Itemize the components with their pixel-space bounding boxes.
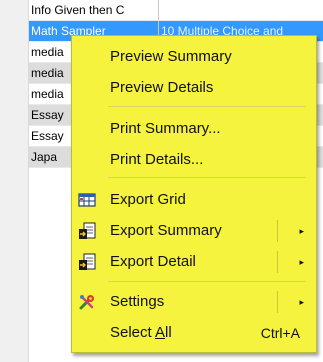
menu-item-print-summary[interactable]: Print Summary... <box>72 115 316 143</box>
context-menu: Preview Summary Preview Details Print Su… <box>71 35 317 353</box>
submenu-divider <box>277 291 278 313</box>
submenu-arrow-icon: ▸ <box>299 226 304 236</box>
menu-separator <box>108 281 306 282</box>
menu-item-print-details[interactable]: Print Details... <box>72 146 316 174</box>
table-cell: Info Given then C <box>29 0 159 20</box>
menu-item-settings[interactable]: Settings ▸ <box>72 288 316 316</box>
menu-item-label: Print Details... <box>110 151 204 168</box>
submenu-divider <box>277 220 278 242</box>
access-key: A <box>155 324 166 341</box>
menu-item-label: Export Grid <box>110 191 186 208</box>
menu-item-label: Preview Summary <box>110 48 232 65</box>
submenu-arrow-icon: ▸ <box>299 257 304 267</box>
menu-item-export-summary[interactable]: Export Summary ▸ <box>72 217 316 245</box>
menu-item-label: Preview Details <box>110 79 214 96</box>
menu-item-export-detail[interactable]: Export Detail ▸ <box>72 248 316 276</box>
menu-item-label: Export Summary <box>110 222 222 239</box>
grid-export-icon <box>78 191 96 209</box>
table-row[interactable]: Info Given then C <box>29 0 323 21</box>
shortcut-label: Ctrl+A <box>260 325 300 341</box>
menu-item-label: Settings <box>110 293 165 310</box>
document-export-icon <box>78 222 96 240</box>
label-prefix: Select <box>110 324 156 341</box>
grid-row-header-column <box>0 0 29 362</box>
tools-icon <box>78 293 96 311</box>
submenu-arrow-icon: ▸ <box>299 297 304 307</box>
label-suffix: ll <box>165 324 172 341</box>
menu-item-label: Select All <box>110 319 172 347</box>
menu-item-export-grid[interactable]: Export Grid <box>72 186 316 214</box>
menu-item-preview-summary[interactable]: Preview Summary <box>72 43 316 71</box>
menu-item-label: Print Summary... <box>110 120 221 137</box>
menu-item-preview-details[interactable]: Preview Details <box>72 74 316 102</box>
menu-separator <box>108 177 306 178</box>
table-cell <box>159 0 323 20</box>
menu-item-label: Export Detail <box>110 253 196 270</box>
document-export-icon <box>78 253 96 271</box>
submenu-divider <box>277 251 278 273</box>
menu-item-select-all[interactable]: Select All Ctrl+A <box>72 319 316 347</box>
menu-separator <box>108 106 306 107</box>
